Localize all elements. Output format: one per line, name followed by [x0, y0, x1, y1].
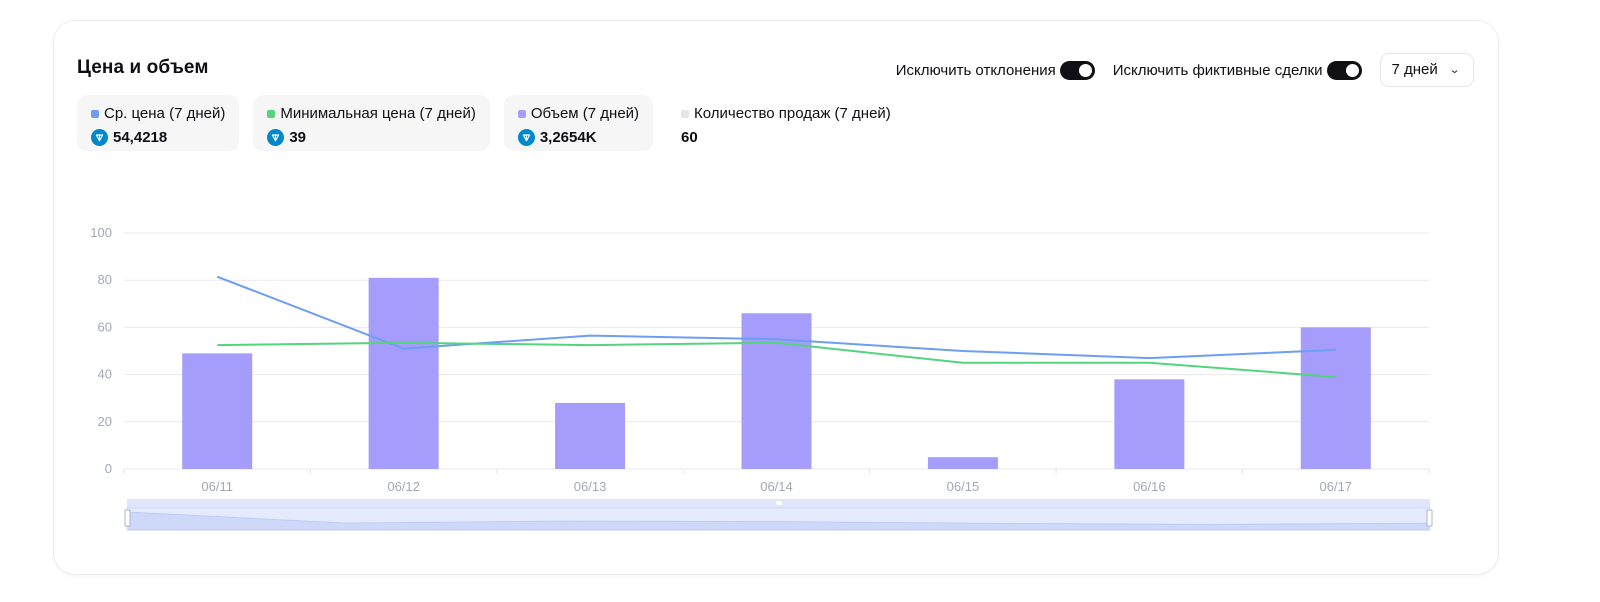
stat-volume: Объем (7 дней) 3,2654K — [503, 95, 654, 151]
stat-label: Количество продаж (7 дней) — [694, 105, 891, 122]
ton-icon — [91, 129, 108, 146]
toggle-knob — [1345, 63, 1359, 77]
stat-label: Объем (7 дней) — [530, 105, 640, 122]
price-volume-card: Цена и объем Исключить отклонения Исключ… — [53, 20, 1499, 575]
exclude-fake-toggle[interactable] — [1326, 60, 1362, 80]
legend-swatch — [267, 109, 276, 118]
legend-swatch — [517, 109, 526, 118]
stat-sales-count: Количество продаж (7 дней) 60 — [667, 95, 905, 151]
legend-swatch — [681, 109, 690, 118]
stat-label: Ср. цена (7 дней) — [104, 105, 226, 122]
exclude-fake-label: Исключить фиктивные сделки — [1112, 61, 1323, 79]
stat-label: Минимальная цена (7 дней) — [280, 105, 476, 122]
card-title: Цена и объем — [77, 57, 209, 78]
chevron-down-icon: ⌄ — [1448, 64, 1461, 76]
exclude-outliers-label: Исключить отклонения — [895, 61, 1056, 79]
ton-icon — [267, 129, 285, 146]
chart-controls: Исключить отклонения Исключить фиктивные… — [896, 53, 1474, 87]
period-value: 7 дней — [1391, 61, 1438, 78]
stat-value: 3,2654K — [539, 129, 597, 146]
exclude-outliers-toggle[interactable] — [1059, 60, 1095, 80]
stat-value: 54,4218 — [113, 129, 168, 146]
ton-icon — [517, 129, 535, 146]
legend-swatch — [91, 109, 99, 118]
period-select[interactable]: 7 дней ⌄ — [1379, 53, 1474, 87]
stat-value: 39 — [289, 129, 307, 146]
stat-avg-price: Ср. цена (7 дней) 54,4218 — [77, 95, 240, 151]
toggle-knob — [1078, 63, 1092, 77]
stats-row: Ср. цена (7 дней) 54,4218 Минимальная це… — [77, 95, 905, 151]
exclude-outliers-toggle-row[interactable]: Исключить отклонения — [895, 60, 1095, 80]
stat-value: 60 — [681, 129, 698, 146]
exclude-fake-toggle-row[interactable]: Исключить фиктивные сделки — [1112, 60, 1362, 80]
stat-min-price: Минимальная цена (7 дней) 39 — [253, 95, 490, 151]
